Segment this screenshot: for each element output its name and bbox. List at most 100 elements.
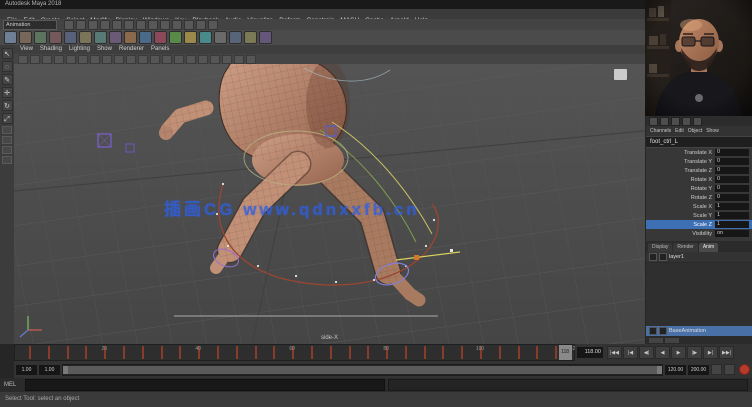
- keyframe-tick[interactable]: [142, 346, 144, 359]
- range-slider[interactable]: [62, 364, 663, 376]
- keyframe-tick[interactable]: [330, 346, 332, 359]
- layer-visibility-toggle[interactable]: [649, 327, 657, 335]
- keyframe-tick[interactable]: [367, 346, 369, 359]
- keyframe-tick[interactable]: [179, 346, 181, 359]
- character-set-menu-icon[interactable]: [711, 364, 722, 375]
- layer-playback-toggle[interactable]: [659, 327, 667, 335]
- keyframe-tick[interactable]: [29, 346, 31, 359]
- shelf-plane-icon[interactable]: [49, 31, 62, 44]
- shelf-ik-icon[interactable]: [139, 31, 152, 44]
- bookmark-icon[interactable]: [54, 55, 64, 64]
- snap-plane-icon[interactable]: [160, 20, 170, 30]
- channel-row-rotate-z[interactable]: Rotate Z0: [646, 193, 752, 202]
- layer-tab-render[interactable]: Render: [673, 243, 697, 252]
- channel-value-field[interactable]: 1: [715, 203, 749, 210]
- channel-value-field[interactable]: 0: [715, 167, 749, 174]
- in-view-editor-button[interactable]: [614, 69, 627, 80]
- scale-tool[interactable]: ⤢: [2, 113, 13, 124]
- keyframe-tick[interactable]: [255, 346, 257, 359]
- step-forward-key-button[interactable]: |▶: [687, 346, 702, 359]
- shelf-cylinder-icon[interactable]: [34, 31, 47, 44]
- snap-point-icon[interactable]: [148, 20, 158, 30]
- film-gate-icon[interactable]: [114, 55, 124, 64]
- keyframe-tick[interactable]: [85, 346, 87, 359]
- layout-four-view-button[interactable]: [2, 136, 12, 144]
- channel-value-field[interactable]: 0: [715, 149, 749, 156]
- filter-icon[interactable]: [671, 117, 680, 126]
- keyframe-tick[interactable]: [236, 346, 238, 359]
- shelf-joint-icon[interactable]: [124, 31, 137, 44]
- step-back-key-button[interactable]: ◀|: [639, 346, 654, 359]
- channel-row-rotate-x[interactable]: Rotate X0: [646, 175, 752, 184]
- layer-row-baseanimation[interactable]: BaseAnimation: [646, 326, 752, 337]
- channel-value-field[interactable]: 0: [715, 194, 749, 201]
- safe-title-icon[interactable]: [162, 55, 172, 64]
- panel-menu-show[interactable]: Show: [97, 45, 112, 54]
- shelf-key-icon[interactable]: [184, 31, 197, 44]
- channel-box-menu-object[interactable]: Object: [688, 128, 702, 134]
- shelf-curve-icon[interactable]: [79, 31, 92, 44]
- range-track[interactable]: [68, 366, 657, 374]
- lasso-tool[interactable]: ◌: [2, 61, 13, 72]
- wireframe-icon[interactable]: [174, 55, 184, 64]
- ipr-render-icon[interactable]: [196, 20, 206, 30]
- snap-curve-icon[interactable]: [136, 20, 146, 30]
- keyframe-tick[interactable]: [311, 346, 313, 359]
- channel-row-translate-z[interactable]: Translate Z0: [646, 166, 752, 175]
- keyframe-tick[interactable]: [518, 346, 520, 359]
- keyframe-tick[interactable]: [555, 346, 557, 359]
- channel-value-field[interactable]: 1: [715, 221, 749, 228]
- shelf-light-icon[interactable]: [244, 31, 257, 44]
- keyframe-tick[interactable]: [67, 346, 69, 359]
- grid-toggle-icon[interactable]: [102, 55, 112, 64]
- shelf-playblast-icon[interactable]: [199, 31, 212, 44]
- layout-persp-outliner-button[interactable]: [2, 146, 12, 154]
- keyframe-tick[interactable]: [499, 346, 501, 359]
- pin-icon[interactable]: [693, 117, 702, 126]
- keyframe-tick[interactable]: [349, 346, 351, 359]
- sort-icon[interactable]: [682, 117, 691, 126]
- channel-row-translate-x[interactable]: Translate X0: [646, 148, 752, 157]
- shelf-constraint-icon[interactable]: [169, 31, 182, 44]
- new-scene-icon[interactable]: [64, 20, 74, 30]
- playback-end-field[interactable]: 120.00: [665, 365, 686, 375]
- snap-grid-icon[interactable]: [124, 20, 134, 30]
- panel-menu-shading[interactable]: Shading: [40, 45, 62, 54]
- animation-preferences-icon[interactable]: [724, 364, 735, 375]
- shadows-icon[interactable]: [222, 55, 232, 64]
- menu-set-selector[interactable]: Animation: [3, 20, 57, 30]
- channel-value-field[interactable]: 0: [715, 185, 749, 192]
- safe-action-icon[interactable]: [150, 55, 160, 64]
- command-line-mode-toggle[interactable]: MEL: [4, 382, 22, 388]
- dock-tab-2[interactable]: [665, 338, 679, 343]
- animation-start-field[interactable]: 1.00: [16, 365, 37, 375]
- keyframe-tick[interactable]: [461, 346, 463, 359]
- time-slider[interactable]: 20406080100120 118: [14, 344, 575, 361]
- layer-tab-anim[interactable]: Anim: [699, 243, 718, 252]
- move-tool[interactable]: ✛: [2, 87, 13, 98]
- play-backwards-button[interactable]: ◀: [655, 346, 670, 359]
- keyframe-tick[interactable]: [123, 346, 125, 359]
- keyframe-tick[interactable]: [424, 346, 426, 359]
- undo-icon[interactable]: [100, 20, 110, 30]
- focus-icon[interactable]: [649, 117, 658, 126]
- keyframe-tick[interactable]: [536, 346, 538, 359]
- dock-tab-1[interactable]: [649, 338, 663, 343]
- channel-value-field[interactable]: 0: [715, 176, 749, 183]
- render-settings-icon[interactable]: [208, 20, 218, 30]
- layer-tab-display[interactable]: Display: [648, 243, 672, 252]
- channel-row-rotate-y[interactable]: Rotate Y0: [646, 184, 752, 193]
- shelf-shader-icon[interactable]: [259, 31, 272, 44]
- save-scene-icon[interactable]: [88, 20, 98, 30]
- textured-icon[interactable]: [198, 55, 208, 64]
- viewport-panel[interactable]: ViewShadingLightingShowRendererPanels: [14, 45, 645, 344]
- panel-menu-view[interactable]: View: [20, 45, 33, 54]
- panel-menu-renderer[interactable]: Renderer: [119, 45, 144, 54]
- keyframe-tick[interactable]: [217, 346, 219, 359]
- channel-row-visibility[interactable]: Visibilityon: [646, 229, 752, 238]
- keyframe-tick[interactable]: [273, 346, 275, 359]
- select-camera-icon[interactable]: [18, 55, 28, 64]
- list-icon[interactable]: [660, 117, 669, 126]
- grease-pencil-icon[interactable]: [90, 55, 100, 64]
- channel-value-field[interactable]: 1: [715, 212, 749, 219]
